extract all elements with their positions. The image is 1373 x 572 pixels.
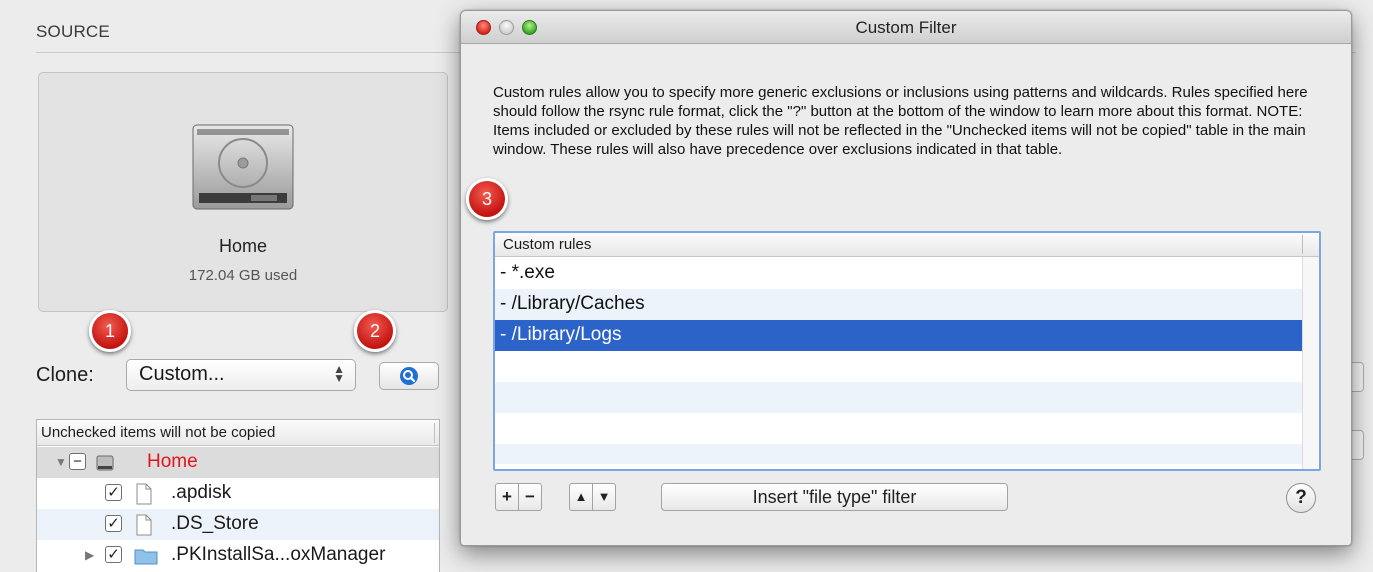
chevron-up-down-icon: ▲ ▼ (333, 362, 345, 385)
custom-rules-table[interactable]: Custom rules - *.exe - /Library/Caches -… (493, 231, 1321, 471)
hard-drive-icon (96, 455, 114, 471)
search-icon (400, 367, 418, 385)
rule-row-selected[interactable]: - /Library/Logs (495, 320, 1302, 351)
vertical-scrollbar[interactable] (1302, 257, 1319, 469)
tree-item-label: .apdisk (171, 482, 232, 503)
empty-row[interactable] (495, 382, 1302, 413)
empty-row[interactable] (495, 413, 1302, 444)
window-title: Custom Filter (855, 18, 957, 37)
disclosure-triangle-right-icon[interactable]: ▶ (85, 548, 94, 562)
partial-control[interactable] (1352, 430, 1364, 460)
help-button[interactable]: ? (1286, 483, 1316, 513)
partial-control[interactable] (1352, 362, 1364, 392)
document-icon (136, 514, 152, 536)
mixed-checkbox[interactable]: − (69, 453, 86, 470)
remove-rule-button[interactable]: − (518, 483, 542, 511)
volume-name: Home (218, 236, 267, 256)
tree-item-label: .PKInstallSa...oxManager (171, 544, 386, 565)
source-volume-card[interactable]: Home 172.04 GB used (38, 72, 448, 312)
document-icon (136, 483, 152, 505)
clone-mode-value: Custom... (139, 363, 225, 385)
view-filter-button[interactable] (379, 362, 439, 390)
tree-item-label: Home (147, 451, 198, 472)
rule-row[interactable]: - *.exe (495, 258, 1302, 289)
filter-description: Custom rules allow you to specify more g… (493, 84, 1308, 158)
callout-badge-2: 2 (354, 310, 396, 352)
clone-mode-select[interactable]: Custom... ▲ ▼ (126, 359, 356, 391)
disclosure-triangle-down-icon[interactable]: ▼ (55, 455, 67, 469)
unchecked-items-table[interactable]: Unchecked items will not be copied ▼ − H… (36, 419, 440, 572)
callout-badge-1: 1 (89, 310, 131, 352)
hard-drive-icon (192, 124, 294, 210)
callout-badge-3: 3 (466, 178, 508, 220)
source-section-label: SOURCE (36, 22, 110, 41)
insert-file-type-filter-button[interactable]: Insert "file type" filter (661, 483, 1008, 511)
rule-row[interactable]: - /Library/Caches (495, 289, 1302, 320)
empty-row[interactable] (495, 444, 1302, 464)
unchecked-items-header: Unchecked items will not be copied (37, 420, 439, 446)
checkbox[interactable]: ✓ (105, 546, 122, 563)
checkbox[interactable]: ✓ (105, 484, 122, 501)
folder-icon (134, 549, 158, 565)
tree-row[interactable]: ✓ .apdisk (37, 478, 439, 509)
volume-usage: 172.04 GB used (188, 267, 298, 284)
tree-row[interactable]: ▼ − Home (37, 447, 439, 478)
custom-rules-header[interactable]: Custom rules (495, 233, 1319, 257)
custom-filter-window: Custom Filter Custom rules allow you to … (460, 10, 1352, 546)
move-rule-up-button[interactable]: ▲ (569, 483, 593, 511)
tree-item-label: .DS_Store (171, 513, 259, 534)
empty-row[interactable] (495, 351, 1302, 382)
title-bar[interactable]: Custom Filter (461, 11, 1351, 44)
checkbox[interactable]: ✓ (105, 515, 122, 532)
tree-row[interactable]: ▶ ✓ .PKInstallSa...oxManager (37, 540, 439, 571)
clone-label: Clone: (36, 364, 94, 386)
add-rule-button[interactable]: + (495, 483, 519, 511)
move-rule-down-button[interactable]: ▼ (592, 483, 616, 511)
tree-row[interactable]: ✓ .DS_Store (37, 509, 439, 540)
